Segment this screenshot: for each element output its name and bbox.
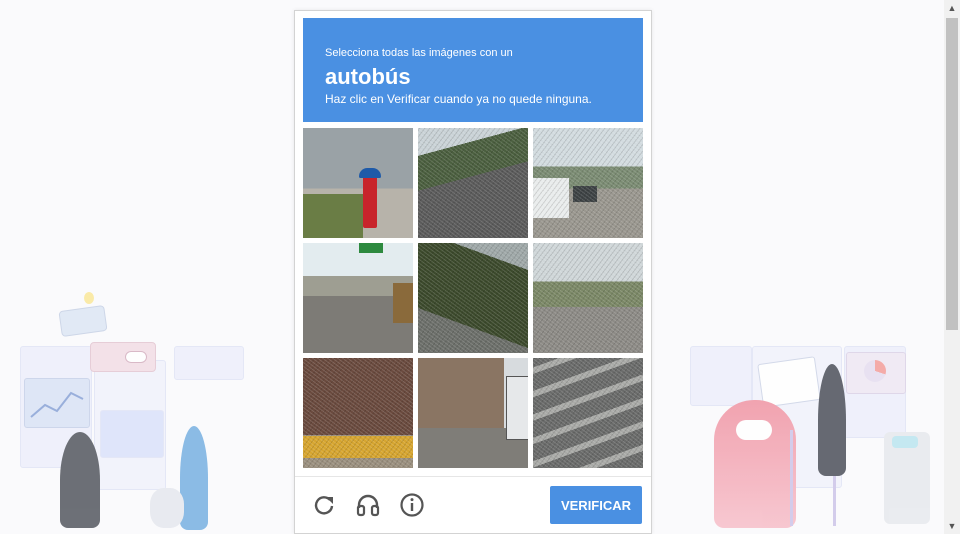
dog-figure (150, 488, 184, 528)
pie-chart-graphic (864, 360, 886, 382)
image-tile-4[interactable] (303, 243, 413, 353)
ui-card (174, 346, 244, 380)
footer-divider (295, 476, 651, 477)
image-grid (303, 128, 643, 470)
chart-card (24, 378, 90, 428)
verify-button[interactable]: VERIFICAR (550, 486, 642, 524)
person-figure (180, 426, 208, 530)
pink-creature (714, 400, 796, 528)
scrollbar-thumb[interactable] (946, 18, 958, 330)
image-tile-8[interactable] (418, 358, 528, 468)
instruction-text: Selecciona todas las imágenes con un (325, 47, 513, 59)
reload-icon[interactable] (311, 492, 337, 518)
image-tile-9[interactable] (533, 358, 643, 468)
scroll-down-arrow-icon[interactable]: ▼ (944, 518, 960, 534)
headphones-icon[interactable] (355, 492, 381, 518)
image-tile-5[interactable] (418, 243, 528, 353)
instruction-subtext: Haz clic en Verificar cuando ya no quede… (325, 92, 592, 106)
captcha-header: Selecciona todas las imágenes con un aut… (303, 18, 643, 122)
ui-card (100, 410, 164, 458)
image-tile-2[interactable] (418, 128, 528, 238)
bulb (84, 292, 94, 304)
image-tile-3[interactable] (533, 128, 643, 238)
person-figure (60, 432, 100, 528)
image-tile-1[interactable] (303, 128, 413, 238)
target-object: autobús (325, 64, 411, 89)
scroll-up-arrow-icon[interactable]: ▲ (944, 0, 960, 16)
info-icon[interactable] (399, 492, 425, 518)
robot-figure (884, 432, 930, 524)
person-figure (818, 364, 846, 476)
ui-card (690, 346, 752, 406)
image-tile-7[interactable] (303, 358, 413, 468)
note-card (757, 356, 821, 408)
captcha-challenge: Selecciona todas las imágenes con un aut… (294, 10, 652, 534)
toggle-card (90, 342, 156, 372)
image-tile-6[interactable] (533, 243, 643, 353)
